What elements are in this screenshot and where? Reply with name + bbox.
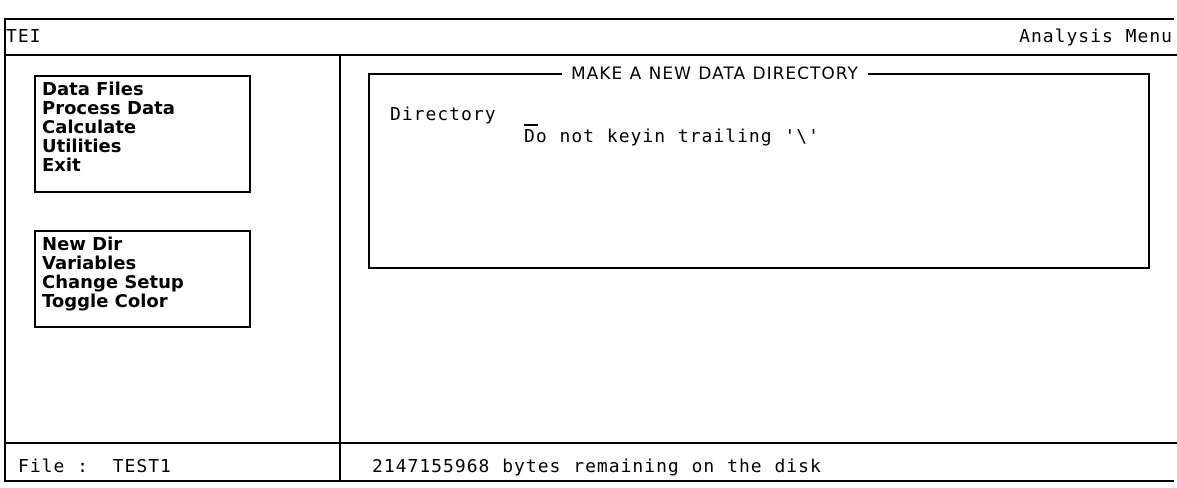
menu-item-variables[interactable]: Variables bbox=[42, 254, 249, 273]
menu-item-change-setup[interactable]: Change Setup bbox=[42, 273, 249, 292]
current-file-status: File : TEST1 bbox=[18, 456, 172, 477]
dialog-title: MAKE A NEW DATA DIRECTORY bbox=[562, 64, 868, 84]
header-divider bbox=[4, 54, 1177, 56]
menu-item-new-dir[interactable]: New Dir bbox=[42, 235, 249, 254]
menu-item-utilities[interactable]: Utilities bbox=[42, 137, 249, 156]
menu-item-calculate[interactable]: Calculate bbox=[42, 118, 249, 137]
menu-title: Analysis Menu bbox=[1019, 26, 1173, 47]
status-divider bbox=[4, 442, 1177, 444]
menu-item-data-files[interactable]: Data Files bbox=[42, 80, 249, 99]
app-title: TEI bbox=[6, 26, 42, 47]
directory-hint: Do not keyin trailing '\' bbox=[524, 126, 820, 147]
disk-space-status: 2147155968 bytes remaining on the disk bbox=[372, 456, 822, 477]
new-directory-dialog bbox=[368, 73, 1150, 269]
panel-divider bbox=[339, 55, 341, 482]
menu-item-process-data[interactable]: Process Data bbox=[42, 99, 249, 118]
menu-item-toggle-color[interactable]: Toggle Color bbox=[42, 292, 249, 311]
directory-input[interactable] bbox=[524, 102, 538, 126]
directory-label: Directory bbox=[390, 104, 497, 125]
main-menu: Data Files Process Data Calculate Utilit… bbox=[34, 75, 251, 193]
menu-item-exit[interactable]: Exit bbox=[42, 156, 249, 175]
utilities-menu: New Dir Variables Change Setup Toggle Co… bbox=[34, 230, 251, 328]
